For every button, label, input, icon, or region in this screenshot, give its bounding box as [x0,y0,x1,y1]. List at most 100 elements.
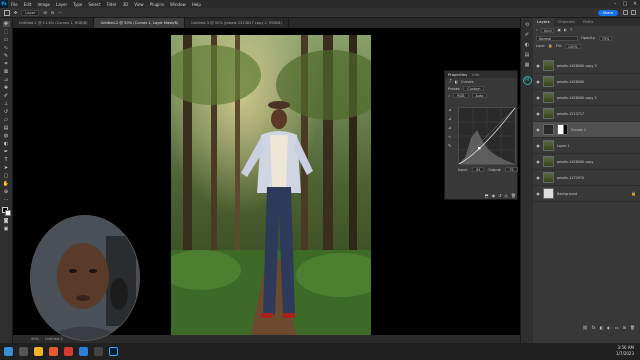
fx-icon[interactable]: fx [592,325,596,330]
tab-properties[interactable]: Properties [448,72,467,77]
home-icon[interactable] [4,9,10,16]
layer-row[interactable]: ◉ pexels-1428000 [533,74,640,90]
layer-thumbnail[interactable] [543,108,554,119]
plugin-m-icon[interactable]: M [522,76,532,85]
input-value[interactable]: 93 [471,167,485,172]
more-tools-icon[interactable]: ··· [3,197,10,203]
tab-untitled-3[interactable]: Untitled-3 @ 50% (jewels 2213827 copy 2,… [185,18,289,28]
filter-type-icon[interactable]: T [570,28,572,32]
eraser-tool-icon[interactable]: ▱ [3,117,10,123]
search-icon[interactable] [19,347,28,356]
menu-select[interactable]: Select [85,2,103,7]
layer-row[interactable]: ◉ pexels-1428000 copy [533,154,640,170]
layer-row[interactable]: ◉ Curves 1 [533,122,640,138]
menu-view[interactable]: View [131,2,147,7]
crop-tool-icon[interactable]: ⌗ [3,61,10,67]
layer-row[interactable]: ◉ Layer 1 [533,138,640,154]
menu-type[interactable]: Type [70,2,85,7]
maximize-icon[interactable]: □ [620,0,630,8]
pen-tool-icon[interactable]: ✒ [3,149,10,155]
tab-channels[interactable]: Channels [554,18,580,26]
layer-thumbnail[interactable] [543,156,554,167]
distribute-icon[interactable]: ⊟ [51,10,54,15]
visibility-eye-icon[interactable]: ◉ [533,63,543,68]
app-icon-2[interactable] [94,347,103,356]
new-group-icon[interactable]: ▭ [615,325,619,330]
share-button[interactable]: Share [597,10,618,16]
layer-thumbnail[interactable] [543,140,554,151]
quick-select-tool-icon[interactable]: ✎ [3,53,10,59]
layer-thumbnail[interactable] [543,60,554,71]
tab-layers[interactable]: Layers [533,18,554,26]
menu-image[interactable]: Image [34,2,53,7]
layer-thumbnail[interactable] [543,188,554,199]
auto-button[interactable]: Auto [471,93,488,98]
mask-icon[interactable]: ◧ [455,80,458,84]
pencil-curve-icon[interactable]: ✎ [448,143,456,148]
background-color-swatch[interactable] [4,210,11,216]
auto-select-dropdown[interactable]: Layer [21,9,40,16]
menu-filter[interactable]: Filter [104,2,120,7]
filter-pixel-icon[interactable]: ▣ [557,28,560,32]
artboard-tool-icon[interactable]: ⬚ [3,29,10,35]
move-tool-icon[interactable]: ✥ [14,10,17,15]
history-icon[interactable]: ⟲ [525,22,529,28]
new-adjustment-icon[interactable]: ◐ [607,325,611,330]
close-icon[interactable]: × [630,0,640,8]
menu-layer[interactable]: Layer [53,2,70,7]
lasso-tool-icon[interactable]: ∿ [3,45,10,51]
output-value[interactable]: 75 [505,167,518,172]
layer-kind-filter[interactable]: Kind [541,27,555,33]
app-icon[interactable] [79,347,88,356]
visibility-eye-icon[interactable]: ◉ [533,111,543,116]
adjustment-layer-icon[interactable] [543,124,554,135]
windows-start-icon[interactable] [4,347,13,356]
zoom-tool-icon[interactable]: ⊕ [3,189,10,195]
dodge-tool-icon[interactable]: ◐ [3,141,10,147]
more-options-icon[interactable]: ··· [58,10,62,15]
clone-stamp-tool-icon[interactable]: ⊥ [3,101,10,107]
trash-icon[interactable]: 🗑 [511,193,516,198]
history-brush-tool-icon[interactable]: ↺ [3,109,10,115]
layer-row[interactable]: ◉ pexels-1428000 copy 3 [533,58,640,74]
firefox-icon[interactable] [49,347,58,356]
curve-point-icon[interactable]: ∿ [448,134,456,139]
color-swatches[interactable] [1,207,11,216]
align-icon[interactable]: ⊞ [43,10,46,15]
visibility-eye-icon[interactable]: ◉ [533,95,543,100]
add-mask-icon[interactable]: ◧ [600,325,604,330]
reset-icon[interactable]: ↺ [498,193,501,198]
clip-to-layer-icon[interactable]: ⬒ [485,193,489,198]
tab-info[interactable]: Info [472,72,479,77]
curve-histogram[interactable] [458,107,516,165]
move-tool-icon[interactable]: ✥ [2,21,10,27]
filter-adjust-icon[interactable]: ◐ [564,28,567,32]
swatches-icon[interactable]: ▦ [525,62,530,68]
eyedropper-tool-icon[interactable]: ⊿ [3,77,10,83]
visibility-eye-icon[interactable]: ◉ [533,191,543,196]
photoshop-taskbar-icon[interactable] [109,347,118,356]
opacity-field[interactable]: 75% [598,35,613,41]
menu-window[interactable]: Window [167,2,189,7]
frame-tool-icon[interactable]: ⊠ [3,69,10,75]
sample-white-icon[interactable]: ⊿ [448,125,456,130]
menu-plugins[interactable]: Plugins [147,2,167,7]
new-layer-icon[interactable]: ⊞ [623,325,626,330]
gradient-tool-icon[interactable]: ▤ [3,125,10,131]
visibility-eye-icon[interactable]: ◉ [533,79,543,84]
document-photo[interactable] [171,35,371,335]
marquee-tool-icon[interactable]: ▭ [3,37,10,43]
visibility-icon[interactable]: ◎ [504,193,508,198]
path-select-tool-icon[interactable]: ➤ [3,165,10,171]
visibility-eye-icon[interactable]: ◉ [533,127,543,132]
menu-edit[interactable]: Edit [21,2,35,7]
screen-mode-icon[interactable]: ▣ [3,226,10,232]
layer-row[interactable]: ◉ pexels-1172970 [533,170,640,186]
tab-paths[interactable]: Paths [579,18,597,26]
libraries-icon[interactable]: ▤ [525,52,530,58]
layer-row[interactable]: ◉ pexels-1213717 [533,106,640,122]
hand-tool-icon[interactable]: ✋ [3,181,10,187]
preset-dropdown[interactable]: Custom [463,86,485,91]
menu-help[interactable]: Help [189,2,204,7]
blend-mode-dropdown[interactable]: Normal [536,35,578,41]
